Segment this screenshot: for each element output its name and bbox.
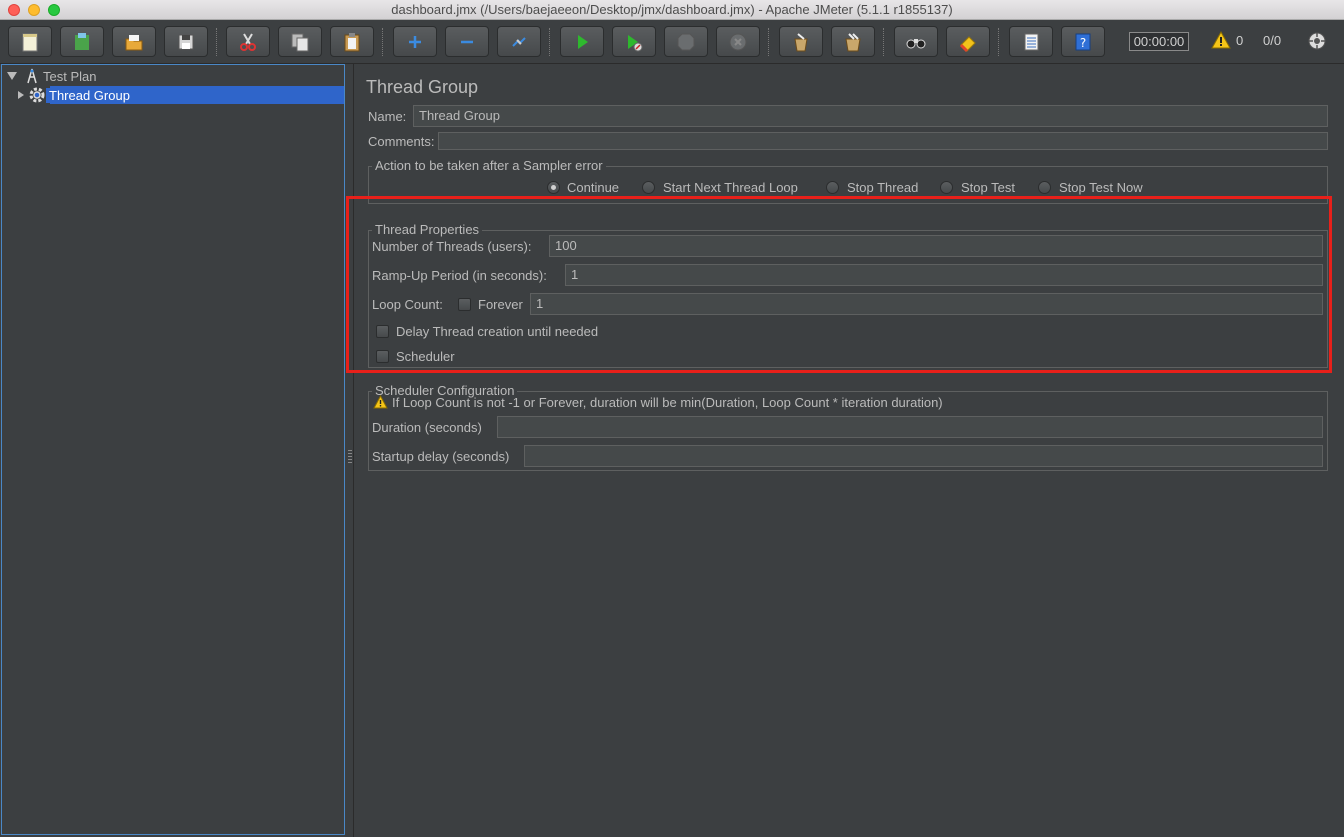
expanded-arrow-icon[interactable]: [6, 70, 18, 82]
stop-icon: [677, 33, 695, 50]
help-button[interactable]: ?: [1061, 26, 1105, 57]
cut-button[interactable]: [226, 26, 270, 57]
radio-continue-indicator[interactable]: [547, 181, 560, 194]
start-no-pauses-button[interactable]: [612, 26, 656, 57]
clear-icon: [794, 32, 808, 51]
shutdown-icon: [729, 33, 747, 50]
radio-stop-test-indicator[interactable]: [940, 181, 953, 194]
cut-icon: [240, 32, 256, 51]
templates-button[interactable]: [60, 26, 104, 57]
tree-item-label: Test Plan: [43, 68, 97, 84]
warning-icon: [373, 395, 388, 409]
reset-search-button[interactable]: [946, 26, 990, 57]
comments-field[interactable]: [438, 132, 1328, 150]
scheduler-warning-text: If Loop Count is not -1 or Forever, dura…: [392, 395, 943, 410]
expand-icon: [409, 35, 421, 48]
stop-button[interactable]: [664, 26, 708, 57]
remote-engine-icon[interactable]: [1307, 31, 1327, 51]
sampler-error-legend: Action to be taken after a Sampler error: [372, 158, 606, 173]
start-button[interactable]: [560, 26, 604, 57]
tree-item-label: Thread Group: [46, 87, 133, 103]
copy-icon: [291, 33, 309, 51]
svg-text:?: ?: [1080, 36, 1086, 50]
duration-label: Duration (seconds): [372, 420, 482, 435]
copy-button[interactable]: [278, 26, 322, 57]
annotation-highlight-box: [346, 196, 1332, 373]
save-button[interactable]: [164, 26, 208, 57]
window-titlebar: dashboard.jmx (/Users/baejaeeon/Desktop/…: [0, 0, 1344, 20]
new-button[interactable]: [8, 26, 52, 57]
radio-stop-thread-indicator[interactable]: [826, 181, 839, 194]
thread-group-editor: Thread Group Name: Thread Group Comments…: [355, 64, 1344, 837]
radio-start-next-indicator[interactable]: [642, 181, 655, 194]
templates-icon: [75, 32, 89, 50]
radio-start-next-label[interactable]: Start Next Thread Loop: [663, 180, 798, 195]
paste-icon: [344, 32, 360, 51]
start-no-pauses-icon: [628, 34, 643, 51]
clear-all-icon: [845, 32, 861, 51]
toggle-icon: [512, 36, 526, 47]
search-icon: [906, 38, 926, 48]
radio-stop-test-now-label[interactable]: Stop Test Now: [1059, 180, 1143, 195]
function-helper-button[interactable]: [1009, 26, 1053, 57]
open-button[interactable]: [112, 26, 156, 57]
toolbar: ? 00:00:00 0 0/0: [0, 20, 1344, 64]
paste-button[interactable]: [330, 26, 374, 57]
function-helper-icon: [1024, 33, 1039, 50]
duration-field[interactable]: [497, 416, 1323, 438]
page-title: Thread Group: [366, 77, 479, 97]
startup-delay-field[interactable]: [524, 445, 1323, 467]
test-plan-icon: [27, 68, 37, 84]
save-icon: [178, 34, 194, 49]
tree-item-thread-group[interactable]: Thread Group: [16, 86, 133, 104]
expand-button[interactable]: [393, 26, 437, 57]
shutdown-button[interactable]: [716, 26, 760, 57]
radio-continue-label[interactable]: Continue: [567, 180, 619, 195]
name-label: Name:: [368, 109, 407, 124]
gear-icon: [29, 87, 45, 103]
radio-stop-test-now-indicator[interactable]: [1038, 181, 1051, 194]
splitter-grip[interactable]: [348, 450, 352, 464]
warning-icon[interactable]: [1211, 31, 1231, 49]
new-icon: [22, 33, 38, 51]
test-plan-tree[interactable]: Test Plan Thread Group: [1, 64, 345, 835]
radio-stop-test[interactable]: [940, 181, 953, 194]
window-title: dashboard.jmx (/Users/baejaeeon/Desktop/…: [391, 2, 953, 17]
search-button[interactable]: [894, 26, 938, 57]
warning-count: 0: [1236, 33, 1244, 48]
radio-stop-test-label[interactable]: Stop Test: [961, 180, 1015, 195]
clear-all-button[interactable]: [831, 26, 875, 57]
name-field[interactable]: Thread Group: [413, 105, 1328, 127]
open-icon: [125, 34, 143, 50]
radio-start-next-thread-loop[interactable]: [642, 181, 655, 194]
tree-item-test-plan[interactable]: Test Plan: [6, 67, 99, 85]
radio-stop-thread[interactable]: [826, 181, 839, 194]
help-icon: ?: [1075, 33, 1091, 50]
active-threads-ratio: 0/0: [1263, 33, 1282, 48]
comments-label: Comments:: [368, 134, 435, 149]
reset-search-icon: [959, 35, 976, 52]
toggle-button[interactable]: [497, 26, 541, 57]
collapse-icon: [461, 40, 473, 43]
start-icon: [578, 34, 588, 49]
startup-delay-label: Startup delay (seconds): [372, 449, 510, 464]
radio-stop-thread-label[interactable]: Stop Thread: [847, 180, 918, 195]
clear-button[interactable]: [779, 26, 823, 57]
scheduler-config-group: Scheduler Configuration If Loop Count is…: [368, 383, 1328, 471]
collapse-button[interactable]: [445, 26, 489, 57]
radio-stop-test-now[interactable]: [1038, 181, 1051, 194]
collapsed-arrow-icon[interactable]: [16, 90, 26, 100]
elapsed-timer: 00:00:00: [1129, 32, 1189, 51]
radio-continue[interactable]: [547, 181, 560, 194]
